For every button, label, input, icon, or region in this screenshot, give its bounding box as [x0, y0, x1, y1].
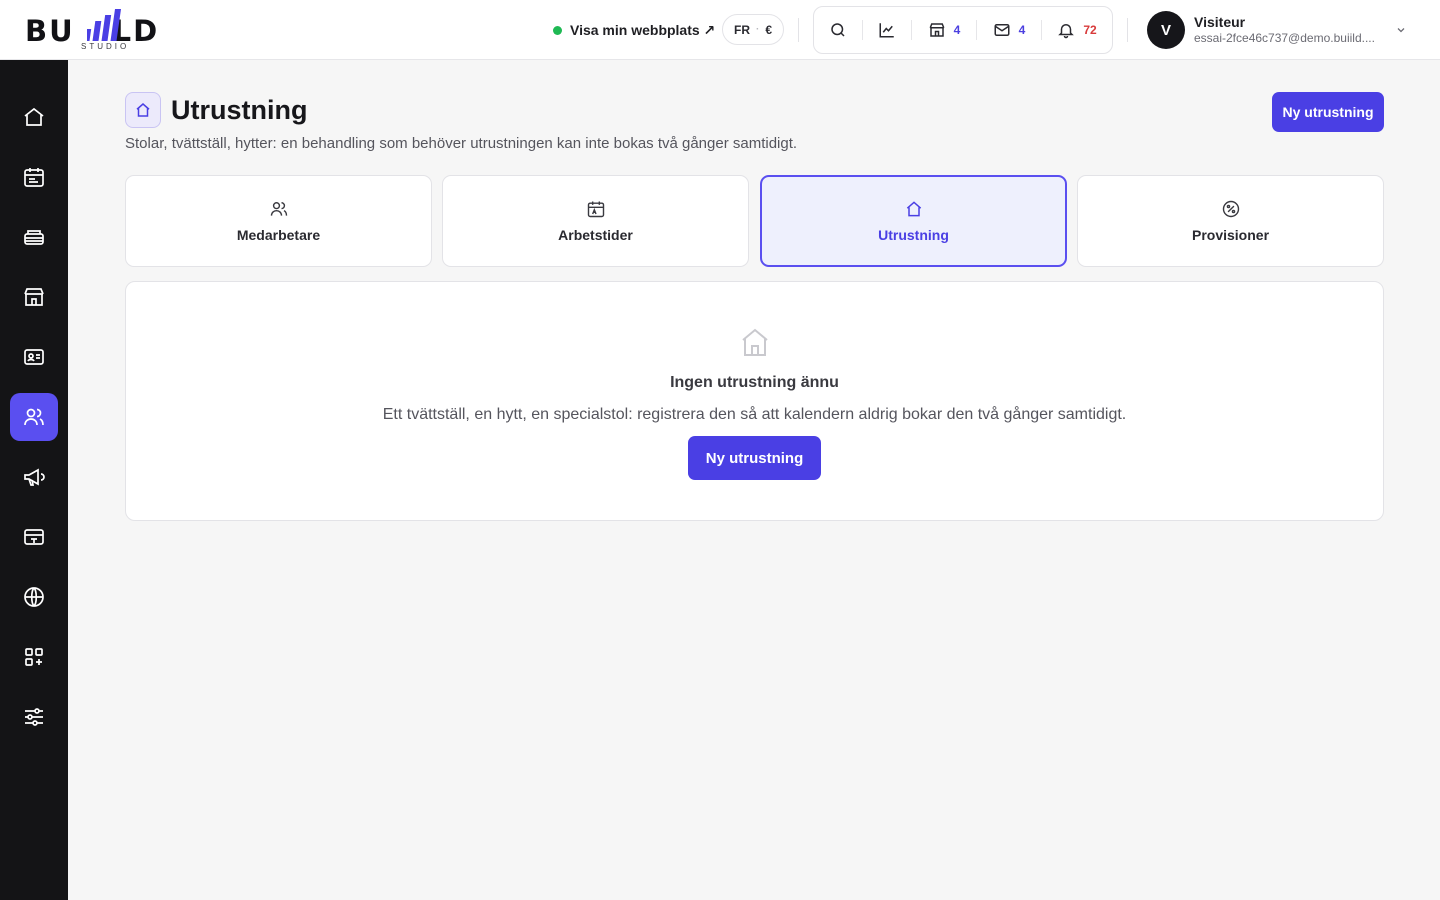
store-icon — [24, 288, 44, 306]
store-icon — [929, 23, 945, 37]
home-icon — [24, 107, 44, 126]
tab-label: Arbetstider — [558, 227, 633, 243]
statistics-button[interactable] — [863, 7, 911, 53]
calendar-icon — [587, 201, 604, 218]
contact-card-icon — [24, 349, 44, 365]
tab-staff[interactable]: Medarbetare — [125, 175, 432, 267]
services-icon — [24, 230, 44, 245]
calendar-icon — [24, 168, 44, 187]
mail-count-badge: 4 — [1018, 23, 1026, 37]
sidebar — [0, 60, 68, 900]
bell-icon — [1058, 24, 1075, 39]
header-tools: 4 4 72 — [813, 6, 1113, 54]
header-divider — [798, 18, 799, 42]
tab-label: Medarbetare — [236, 227, 321, 243]
page-icon — [125, 92, 161, 128]
users-icon — [270, 202, 287, 216]
user-name[interactable]: Visiteur — [1194, 14, 1245, 30]
language-code: FR — [734, 22, 750, 37]
logo-subtitle: STUDIO — [81, 42, 130, 51]
shop-count-badge: 4 — [953, 23, 961, 37]
logo-bars-icon — [87, 9, 121, 41]
sidebar-item-marketing[interactable] — [10, 453, 58, 501]
sidebar-item-services[interactable] — [10, 213, 58, 261]
globe-icon — [24, 587, 44, 607]
online-status-dot — [553, 25, 562, 35]
header-divider — [1127, 18, 1128, 42]
currency-symbol: € — [765, 22, 773, 37]
view-website-label: Visa min webbplats ↗ — [570, 21, 716, 38]
mail-icon — [994, 24, 1010, 36]
megaphone-icon — [24, 468, 45, 486]
view-website-link[interactable]: Visa min webbplats ↗ — [553, 19, 715, 41]
empty-state-title: Ingen utrustning ännu — [670, 374, 839, 391]
avatar[interactable]: V — [1147, 11, 1185, 49]
home-icon — [906, 201, 921, 217]
sidebar-item-home[interactable] — [10, 93, 58, 141]
equipment-empty-icon — [742, 328, 768, 356]
empty-state-card: Ingen utrustning ännu Ett tvättställ, en… — [125, 281, 1384, 521]
new-equipment-button[interactable]: Ny utrustning — [1272, 92, 1384, 132]
tab-commissions[interactable]: Provisioner — [1077, 175, 1384, 267]
logo[interactable]: BU LD STUDIO — [25, 8, 185, 52]
settings-sliders-icon — [25, 708, 43, 726]
language-currency-selector[interactable]: FR · € — [722, 14, 785, 45]
logo-text-left: BU — [25, 14, 75, 48]
shop-orders-button[interactable]: 4 — [912, 7, 976, 53]
empty-state-text: Ett tvättställ, en hytt, en specialstol:… — [382, 406, 1127, 423]
messages-button[interactable]: 4 — [977, 7, 1041, 53]
sidebar-item-settings[interactable] — [10, 693, 58, 741]
sidebar-item-clients[interactable] — [10, 333, 58, 381]
page-title: Utrustning — [171, 95, 308, 125]
notifications-button[interactable]: 72 — [1042, 7, 1112, 53]
sidebar-item-calendar[interactable] — [10, 153, 58, 201]
user-email: essai-2fce46c737@demo.buiild.... — [1194, 31, 1375, 45]
tab-working-hours[interactable]: Arbetstider — [442, 175, 749, 267]
home-icon — [136, 103, 150, 117]
search-icon — [831, 23, 845, 37]
apps-icon — [25, 648, 43, 666]
page-subtitle: Stolar, tvättställ, hytter: en behandlin… — [125, 135, 798, 152]
payment-icon — [24, 529, 44, 545]
sidebar-item-payments[interactable] — [10, 513, 58, 561]
new-equipment-empty-button[interactable]: Ny utrustning — [688, 436, 821, 480]
chevron-down-icon[interactable] — [1395, 24, 1407, 36]
team-icon — [24, 408, 44, 426]
top-bar: BU LD STUDIO Visa min webbplats ↗ FR · € … — [0, 0, 1440, 60]
tab-equipment[interactable]: Utrustning — [760, 175, 1067, 267]
sidebar-item-store[interactable] — [10, 273, 58, 321]
search-button[interactable] — [814, 7, 862, 53]
tab-label: Utrustning — [878, 227, 949, 243]
percent-icon — [1222, 200, 1239, 218]
notification-count-badge: 72 — [1083, 23, 1097, 37]
sidebar-item-apps[interactable] — [10, 633, 58, 681]
sidebar-item-website[interactable] — [10, 573, 58, 621]
chart-icon — [879, 23, 894, 38]
tab-label: Provisioner — [1191, 227, 1270, 243]
sidebar-item-team[interactable] — [10, 393, 58, 441]
